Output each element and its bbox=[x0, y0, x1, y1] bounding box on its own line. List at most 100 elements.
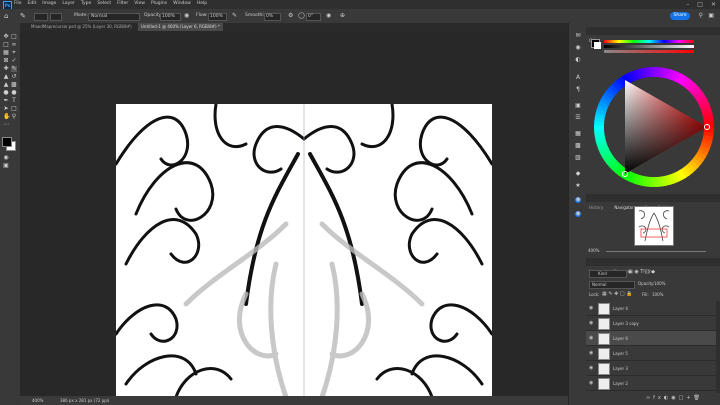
shapes-icon[interactable]: ★ bbox=[575, 183, 581, 189]
document-canvas[interactable] bbox=[116, 104, 492, 397]
adjustments-icon[interactable]: ◐ bbox=[575, 57, 581, 63]
tab-history[interactable]: History bbox=[586, 205, 606, 210]
flow-input[interactable]: 100% bbox=[208, 13, 227, 21]
layer-row-6[interactable]: ◉ Layer 2 bbox=[586, 376, 716, 391]
menu-layer[interactable]: Layer bbox=[62, 1, 75, 7]
menu-view[interactable]: View bbox=[134, 1, 145, 7]
brush-size-picker[interactable] bbox=[34, 13, 48, 21]
clone-stamp-tool-icon[interactable]: ▲ bbox=[3, 74, 9, 80]
eraser-tool-icon[interactable]: ▲ bbox=[3, 82, 9, 88]
symmetry-icon[interactable]: ⊕ bbox=[340, 13, 345, 19]
layer-opacity-value[interactable]: 100% bbox=[654, 282, 665, 286]
dodge-tool-icon[interactable]: ● bbox=[11, 90, 17, 96]
menu-select[interactable]: Select bbox=[97, 1, 111, 7]
saturation-slider[interactable] bbox=[604, 50, 694, 53]
swatches-icon[interactable]: ▦ bbox=[575, 131, 581, 137]
layer-row-5[interactable]: ◉ Layer 3 bbox=[586, 361, 716, 376]
lasso-tool-icon[interactable]: ∞ bbox=[11, 42, 17, 48]
move-tool-icon[interactable]: ✥ bbox=[3, 34, 9, 40]
comments-icon[interactable]: ✉ bbox=[575, 33, 581, 39]
brush-tool-icon[interactable]: ✎ bbox=[11, 66, 17, 72]
navigator-preview[interactable] bbox=[634, 206, 674, 246]
airbrush-icon[interactable]: ✎ bbox=[232, 13, 237, 19]
marquee-tool-icon[interactable]: □ bbox=[3, 42, 9, 48]
pen-tool-icon[interactable]: ✒ bbox=[3, 98, 9, 104]
eye-icon[interactable]: ◉ bbox=[589, 380, 593, 386]
layer-row-2[interactable]: ◉ Layer 3 copy bbox=[586, 316, 716, 331]
blend-mode-select[interactable]: Normal bbox=[589, 281, 635, 289]
foreground-color-swatch[interactable] bbox=[2, 137, 12, 147]
eye-icon[interactable]: ◉ bbox=[589, 365, 593, 371]
patterns-icon[interactable]: ▧ bbox=[575, 155, 581, 161]
document-tab-1[interactable]: MixedMaprecursor.psd @ 25% (Layer 30, RG… bbox=[28, 23, 135, 31]
active-plugin-icon[interactable]: ◉ bbox=[575, 197, 581, 203]
share-button[interactable]: Share bbox=[670, 12, 690, 20]
menu-file[interactable]: File bbox=[14, 1, 22, 7]
rectangle-tool-icon[interactable]: □ bbox=[11, 106, 17, 112]
navigator-zoom-slider[interactable] bbox=[606, 251, 706, 252]
libraries-icon[interactable]: ▣ bbox=[575, 103, 581, 109]
search-icon[interactable]: ⚲ bbox=[699, 13, 703, 19]
layer-row-1[interactable]: ◉ Layer 4 bbox=[586, 301, 716, 316]
smoothing-settings-icon[interactable]: ⚙ bbox=[288, 13, 293, 19]
eye-icon[interactable]: ◉ bbox=[589, 350, 593, 356]
hand-tool-icon[interactable]: ✋ bbox=[3, 114, 10, 120]
more-tools-icon[interactable]: ⋯ bbox=[3, 122, 9, 128]
navigator-zoom[interactable]: 400% bbox=[588, 249, 599, 253]
layers-scrollbar[interactable] bbox=[716, 301, 720, 393]
lock-icons[interactable]: ▦ ✎ ✥ □ 🔒 bbox=[602, 292, 632, 297]
close-icon[interactable]: ✕ bbox=[711, 1, 716, 8]
smoothing-input[interactable]: 0% bbox=[264, 13, 281, 21]
home-icon[interactable]: ⌂ bbox=[4, 13, 8, 20]
object-selection-tool-icon[interactable]: ▦ bbox=[3, 50, 9, 56]
menu-help[interactable]: Help bbox=[197, 1, 207, 7]
zoom-level[interactable]: 400% bbox=[32, 399, 43, 403]
workspace-icon[interactable]: ▣ bbox=[708, 13, 714, 19]
pressure-opacity-icon[interactable]: ◉ bbox=[184, 13, 189, 19]
history-brush-tool-icon[interactable]: ↺ bbox=[11, 74, 17, 80]
styles-icon[interactable]: ◆ bbox=[575, 171, 581, 177]
crop-tool-icon[interactable]: ⌖ bbox=[11, 50, 17, 56]
zoom-tool-icon[interactable]: ⚲ bbox=[11, 114, 17, 120]
angle-input[interactable]: 0° bbox=[306, 13, 321, 21]
menu-plugins[interactable]: Plugins bbox=[151, 1, 167, 7]
type-tool-icon[interactable]: T bbox=[11, 98, 17, 104]
eye-icon[interactable]: ◉ bbox=[589, 335, 593, 341]
character-icon[interactable]: A bbox=[575, 75, 581, 81]
brush-settings-toggle-icon[interactable] bbox=[50, 13, 62, 21]
menu-filter[interactable]: Filter bbox=[117, 1, 128, 7]
layer-action-icons[interactable]: ∞fx◐◉□+🗑 bbox=[646, 396, 703, 401]
eye-icon[interactable]: ◉ bbox=[589, 320, 593, 326]
path-selection-tool-icon[interactable]: ➤ bbox=[3, 106, 9, 112]
fill-value[interactable]: 100% bbox=[652, 293, 663, 297]
menu-image[interactable]: Image bbox=[42, 1, 56, 7]
layer-row-3[interactable]: ◉ Layer 6 bbox=[586, 331, 716, 346]
color-panel-background-swatch[interactable] bbox=[594, 42, 601, 49]
opacity-input[interactable]: 100% bbox=[160, 13, 181, 21]
layer-filter-select[interactable]: Kind bbox=[589, 270, 627, 278]
document-tab-2[interactable]: Untitled-1 @ 400% (Layer 6, RGB/8#) * bbox=[138, 23, 223, 31]
quick-mask-icon[interactable]: ◉ bbox=[3, 155, 9, 161]
color-wheel[interactable] bbox=[592, 65, 716, 189]
healing-brush-tool-icon[interactable]: ✚ bbox=[3, 66, 9, 72]
layer-row-4[interactable]: ◉ Layer 5 bbox=[586, 346, 716, 361]
blur-tool-icon[interactable]: ● bbox=[3, 90, 9, 96]
mode-select[interactable]: Normal bbox=[88, 13, 140, 21]
gradient-tool-icon[interactable]: ▩ bbox=[11, 82, 17, 88]
gradients-icon[interactable]: ▩ bbox=[575, 143, 581, 149]
eye-icon[interactable]: ◉ bbox=[589, 305, 593, 311]
menu-window[interactable]: Window bbox=[173, 1, 191, 7]
menu-edit[interactable]: Edit bbox=[28, 1, 37, 7]
hue-slider[interactable] bbox=[604, 40, 694, 43]
pressure-size-icon[interactable]: ◉ bbox=[326, 13, 331, 19]
maximize-icon[interactable]: □ bbox=[697, 1, 703, 8]
learn-icon[interactable]: ◉ bbox=[575, 45, 581, 51]
brush-tool-preset-icon[interactable]: ✎ bbox=[20, 13, 26, 20]
properties-icon[interactable]: ☰ bbox=[575, 115, 581, 121]
frame-tool-icon[interactable]: ⊠ bbox=[3, 58, 9, 64]
menu-type[interactable]: Type bbox=[81, 1, 91, 7]
artboard-tool-icon[interactable]: □ bbox=[11, 34, 17, 40]
filter-type-icons[interactable]: ▣ ◉ T □ ◆ bbox=[628, 270, 655, 275]
screen-mode-icon[interactable]: ▣ bbox=[3, 163, 9, 169]
brightness-slider[interactable] bbox=[604, 45, 694, 48]
